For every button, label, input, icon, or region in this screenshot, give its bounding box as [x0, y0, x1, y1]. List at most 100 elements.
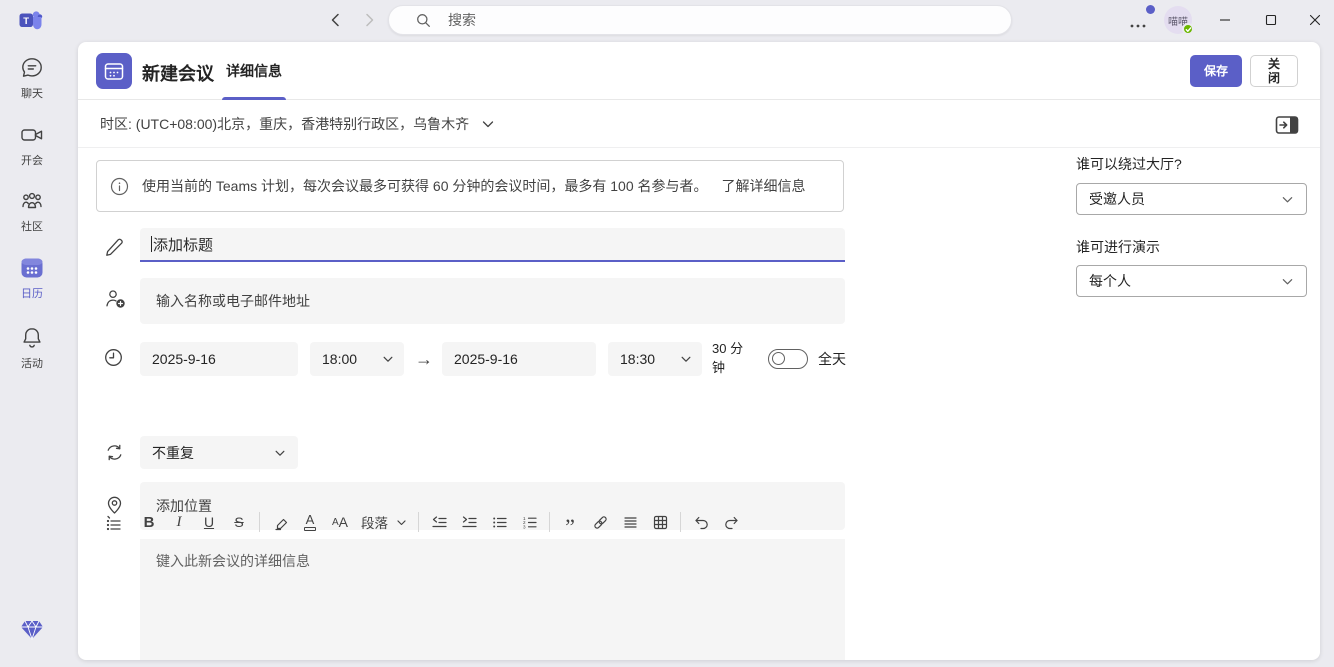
font-size-small-glyph: A: [332, 517, 339, 528]
chevron-down-icon: [396, 517, 407, 528]
underline-button[interactable]: U: [194, 508, 224, 536]
attendees-input[interactable]: 输入名称或电子邮件地址: [140, 278, 845, 324]
window-close-button[interactable]: [1294, 0, 1334, 40]
toolbar-divider: [259, 512, 260, 532]
description-placeholder: 键入此新会议的详细信息: [156, 553, 310, 569]
sidebar-label: 开会: [21, 152, 43, 168]
people-community-icon: [19, 188, 45, 214]
sidebar-item-activity[interactable]: 活动: [0, 325, 64, 371]
meeting-calendar-icon: [96, 53, 132, 89]
sidebar-label: 活动: [21, 355, 43, 371]
chevron-down-icon: [680, 353, 692, 365]
sidebar: 聊天 开会 社区: [0, 40, 64, 667]
bullet-list-button[interactable]: [484, 508, 514, 536]
collapse-panel-button[interactable]: [1272, 112, 1302, 138]
indent-button[interactable]: [454, 508, 484, 536]
sidebar-item-community[interactable]: 社区: [0, 188, 64, 234]
start-time-value: 18:00: [322, 351, 357, 367]
end-date-input[interactable]: 2025-9-16: [442, 342, 596, 376]
lobby-bypass-value: 受邀人员: [1089, 189, 1145, 209]
start-date-input[interactable]: 2025-9-16: [140, 342, 298, 376]
clock-icon: [104, 348, 123, 367]
window-minimize-button[interactable]: [1204, 0, 1246, 40]
undo-button[interactable]: [686, 508, 716, 536]
bold-button[interactable]: B: [134, 508, 164, 536]
close-button[interactable]: 关闭: [1250, 55, 1298, 87]
quote-button[interactable]: ”: [555, 508, 585, 536]
sidebar-label: 社区: [21, 218, 43, 234]
start-time-select[interactable]: 18:00: [310, 342, 404, 376]
back-button[interactable]: [325, 9, 347, 31]
info-icon: [110, 177, 129, 196]
chevron-down-icon: [274, 447, 286, 459]
paragraph-style-select[interactable]: 段落: [355, 508, 413, 536]
sidebar-item-chat[interactable]: 聊天: [0, 55, 64, 101]
lobby-bypass-label: 谁可以绕过大厅?: [1076, 154, 1182, 174]
window-maximize-button[interactable]: [1250, 0, 1292, 40]
insert-link-button[interactable]: [585, 508, 615, 536]
title-input[interactable]: 添加标题: [140, 228, 845, 262]
presenter-select[interactable]: 每个人: [1076, 265, 1307, 297]
search-input[interactable]: 搜索: [388, 5, 1012, 35]
redo-button[interactable]: [716, 508, 746, 536]
sidebar-label: 聊天: [21, 85, 43, 101]
formatting-toolbar: B I U S A AA 段落 1: [134, 505, 746, 539]
titlebar: T 搜索 喵喵: [0, 0, 1334, 40]
tab-details[interactable]: 详细信息: [222, 42, 286, 100]
sidebar-item-calendar[interactable]: 日历: [0, 255, 64, 301]
all-day-label: 全天: [818, 342, 846, 376]
person-add-icon: [104, 287, 127, 310]
title-placeholder: 添加标题: [153, 234, 213, 255]
pencil-icon: [104, 237, 125, 258]
new-meeting-dialog: 新建会议 详细信息 保存 关闭 时区: (UTC+08:00)北京，重庆，香港特…: [78, 42, 1320, 660]
outdent-button[interactable]: [424, 508, 454, 536]
premium-gem-icon[interactable]: [0, 620, 64, 640]
page-title: 新建会议: [142, 60, 214, 86]
chat-icon: [19, 55, 45, 81]
save-button[interactable]: 保存: [1190, 55, 1242, 87]
end-time-select[interactable]: 18:30: [608, 342, 702, 376]
insert-table-button[interactable]: [645, 508, 675, 536]
sidebar-item-meet[interactable]: 开会: [0, 122, 64, 168]
info-banner-text: 使用当前的 Teams 计划，每次会议最多可获得 60 分钟的会议时间，最多有 …: [142, 176, 708, 196]
search-icon: [416, 13, 431, 28]
bell-icon: [19, 325, 45, 351]
notification-dot: [1146, 5, 1155, 14]
toggle-knob: [772, 352, 785, 365]
repeat-icon: [104, 442, 125, 463]
teams-logo-icon: T: [18, 8, 43, 33]
chevron-down-icon: [1281, 275, 1294, 288]
sidebar-label: 日历: [21, 285, 43, 301]
search-placeholder: 搜索: [448, 10, 476, 30]
lobby-bypass-select[interactable]: 受邀人员: [1076, 183, 1307, 215]
italic-button[interactable]: I: [164, 508, 194, 536]
duration-label: 30 分钟: [712, 340, 752, 378]
info-banner: 使用当前的 Teams 计划，每次会议最多可获得 60 分钟的会议时间，最多有 …: [96, 160, 844, 212]
forward-button[interactable]: [358, 9, 380, 31]
text-caret: [151, 236, 152, 252]
timezone-row[interactable]: 时区: (UTC+08:00)北京，重庆，香港特别行政区，乌鲁木齐: [78, 100, 1320, 148]
end-time-value: 18:30: [620, 351, 655, 367]
font-color-glyph: A: [306, 513, 315, 526]
dialog-header: 新建会议 详细信息 保存 关闭: [78, 42, 1320, 100]
font-color-button[interactable]: A: [295, 508, 325, 536]
repeat-value: 不重复: [152, 443, 194, 463]
strikethrough-button[interactable]: S: [224, 508, 254, 536]
horizontal-lines-button[interactable]: [615, 508, 645, 536]
presenter-label: 谁可进行演示: [1076, 237, 1160, 257]
to-arrow-icon: →: [415, 342, 433, 376]
svg-text:3: 3: [523, 524, 526, 529]
calendar-icon: [19, 255, 45, 281]
svg-text:T: T: [23, 16, 29, 27]
learn-more-link[interactable]: 了解详细信息: [722, 176, 806, 196]
highlight-button[interactable]: [265, 508, 295, 536]
all-day-toggle[interactable]: [768, 349, 808, 369]
tab-details-label: 详细信息: [226, 61, 282, 81]
numbered-list-button[interactable]: 1 2 3: [514, 508, 544, 536]
chevron-down-icon: [382, 353, 394, 365]
font-size-big-glyph: A: [339, 514, 348, 530]
attendees-placeholder: 输入名称或电子邮件地址: [156, 291, 310, 311]
font-size-button[interactable]: AA: [325, 508, 355, 536]
repeat-select[interactable]: 不重复: [140, 436, 298, 469]
description-input[interactable]: 键入此新会议的详细信息: [140, 539, 845, 660]
